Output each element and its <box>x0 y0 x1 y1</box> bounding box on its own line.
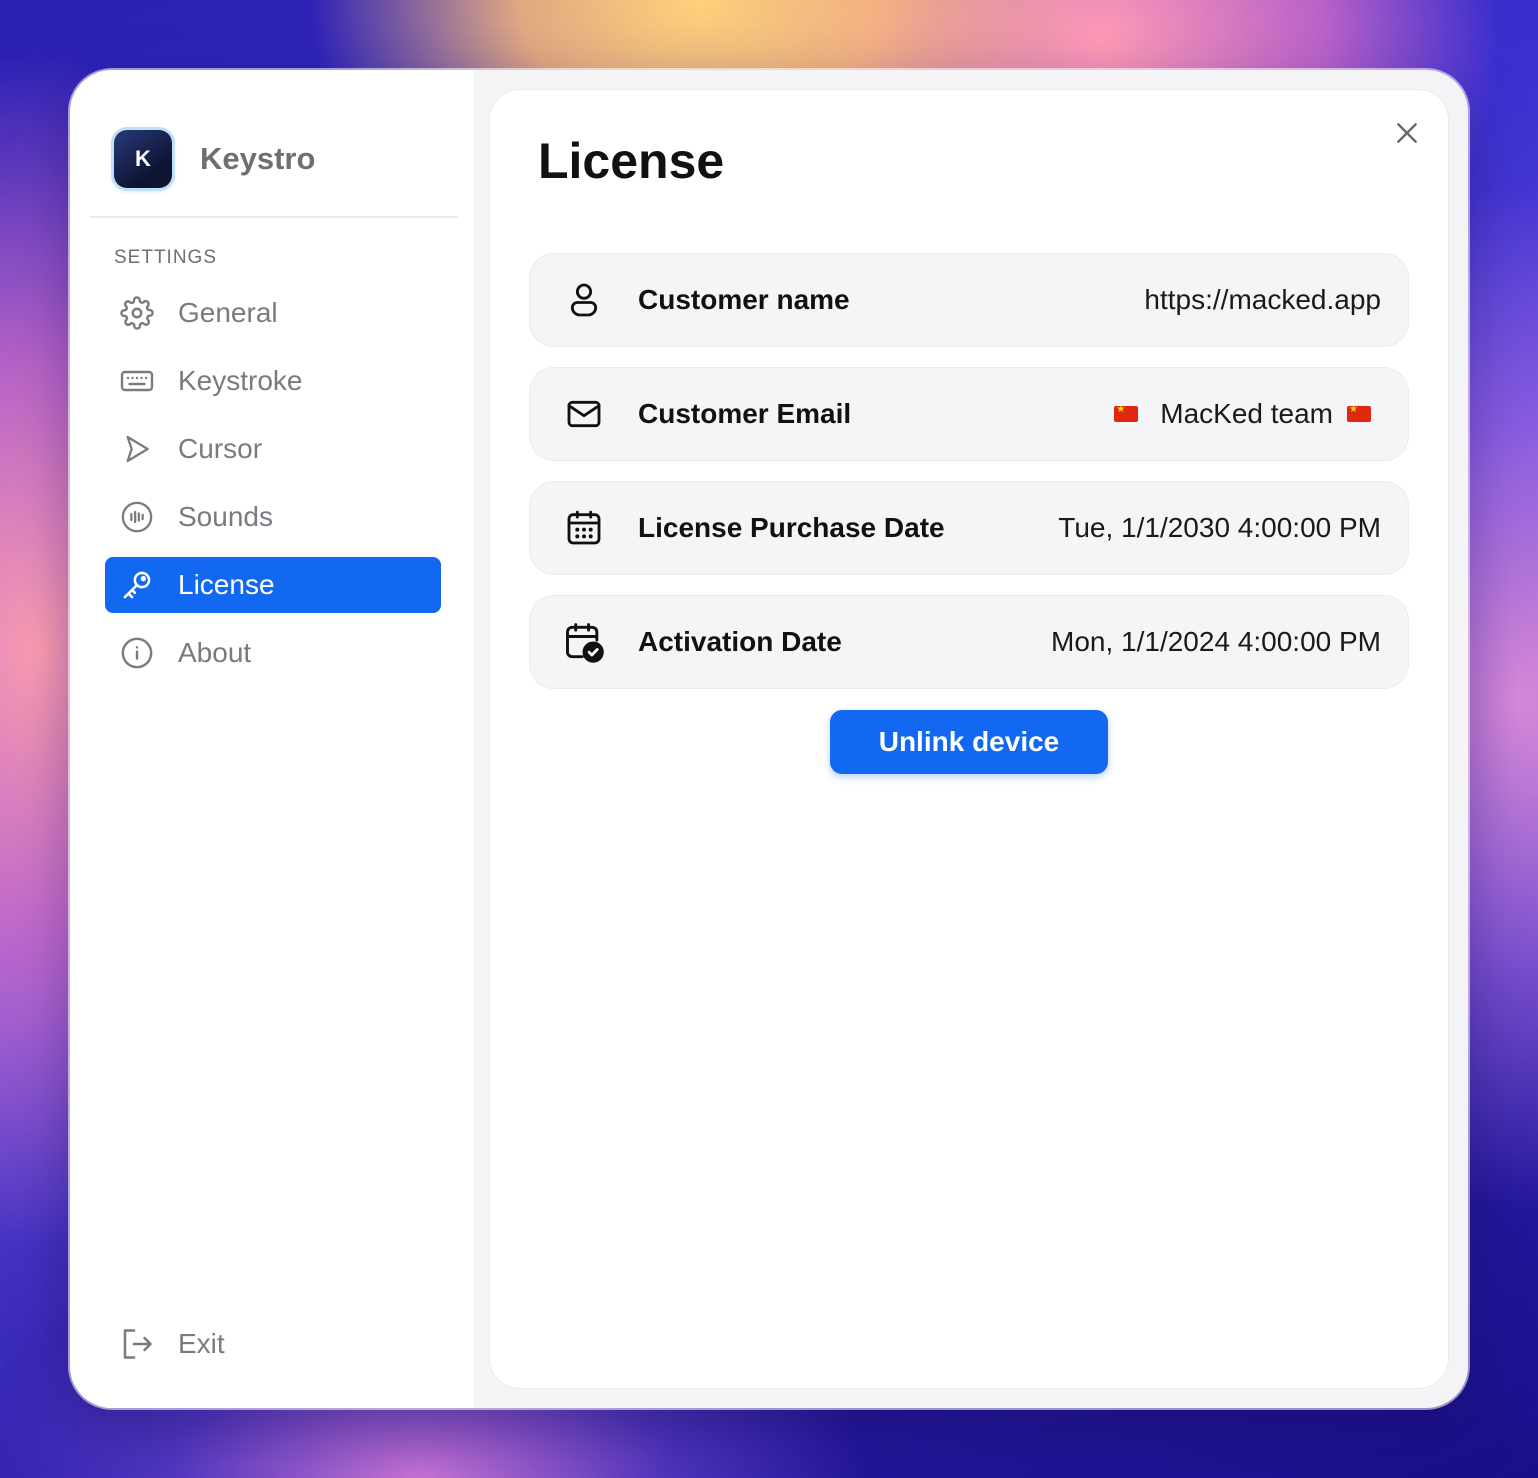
row-label: Activation Date <box>638 626 842 657</box>
row-label: License Purchase Date <box>638 512 945 543</box>
sidebar-item-general[interactable]: General <box>105 285 441 341</box>
sidebar-nav: General Keystroke Cursor Sounds License … <box>105 285 441 693</box>
sidebar-divider <box>90 216 458 218</box>
customer-email-value: MacKed team <box>1160 398 1333 429</box>
row-value: Mon, 1/1/2024 4:00:00 PM <box>1051 626 1381 658</box>
close-button[interactable] <box>1390 118 1424 152</box>
row-value: MacKed team <box>1114 398 1381 430</box>
exit-button[interactable]: Exit <box>119 1326 225 1362</box>
user-icon <box>562 278 606 322</box>
mail-icon <box>562 392 606 436</box>
sidebar-item-label: Keystroke <box>178 365 303 396</box>
settings-window: K Keystro SETTINGS General Keystroke Cur… <box>70 70 1468 1408</box>
sidebar-item-keystroke[interactable]: Keystroke <box>105 353 441 409</box>
china-flag-icon <box>1347 404 1371 422</box>
sidebar-item-label: About <box>178 637 252 668</box>
sidebar-section-label: SETTINGS <box>114 247 218 268</box>
row-value: Tue, 1/1/2030 4:00:00 PM <box>1058 512 1381 544</box>
app-icon: K <box>114 130 172 188</box>
purchase-date-row: License Purchase Date Tue, 1/1/2030 4:00… <box>530 482 1408 574</box>
unlink-device-button[interactable]: Unlink device <box>830 710 1108 774</box>
activation-date-row: Activation Date Mon, 1/1/2024 4:00:00 PM <box>530 596 1408 688</box>
sidebar: K Keystro SETTINGS General Keystroke Cur… <box>70 70 474 1408</box>
calendar-icon <box>562 506 606 550</box>
license-panel: License Customer name https://macked.app <box>490 90 1448 1388</box>
sidebar-item-sounds[interactable]: Sounds <box>105 489 441 545</box>
sidebar-item-license[interactable]: License <box>105 557 441 613</box>
keyboard-icon <box>119 363 155 399</box>
sidebar-item-label: License <box>178 569 275 600</box>
exit-label: Exit <box>178 1328 225 1359</box>
calendar-check-icon <box>562 620 606 664</box>
sidebar-item-cursor[interactable]: Cursor <box>105 421 441 477</box>
exit-icon <box>119 1326 155 1362</box>
page-title: License <box>538 133 725 189</box>
customer-email-row: Customer Email MacKed team <box>530 368 1408 460</box>
brand: K Keystro <box>114 130 315 188</box>
sound-wave-icon <box>119 499 155 535</box>
app-icon-letter: K <box>135 146 151 171</box>
row-value: https://macked.app <box>1144 284 1381 316</box>
customer-name-value: https://macked.app <box>1144 284 1381 315</box>
row-label: Customer name <box>638 284 850 315</box>
china-flag-icon <box>1114 404 1139 422</box>
sidebar-item-label: Cursor <box>178 433 263 464</box>
sidebar-item-about[interactable]: About <box>105 625 441 681</box>
cursor-icon <box>119 431 155 467</box>
sidebar-item-label: General <box>178 297 278 328</box>
app-name: Keystro <box>200 141 316 176</box>
purchase-date-value: Tue, 1/1/2030 4:00:00 PM <box>1058 512 1381 543</box>
activation-date-value: Mon, 1/1/2024 4:00:00 PM <box>1051 626 1381 657</box>
customer-name-row: Customer name https://macked.app <box>530 254 1408 346</box>
row-label: Customer Email <box>638 398 852 429</box>
sidebar-item-label: Sounds <box>178 501 273 532</box>
close-icon <box>1394 120 1420 151</box>
info-icon <box>119 635 155 671</box>
gear-icon <box>119 295 155 331</box>
license-info-list: Customer name https://macked.app Custome… <box>530 254 1408 710</box>
key-icon <box>119 567 155 603</box>
